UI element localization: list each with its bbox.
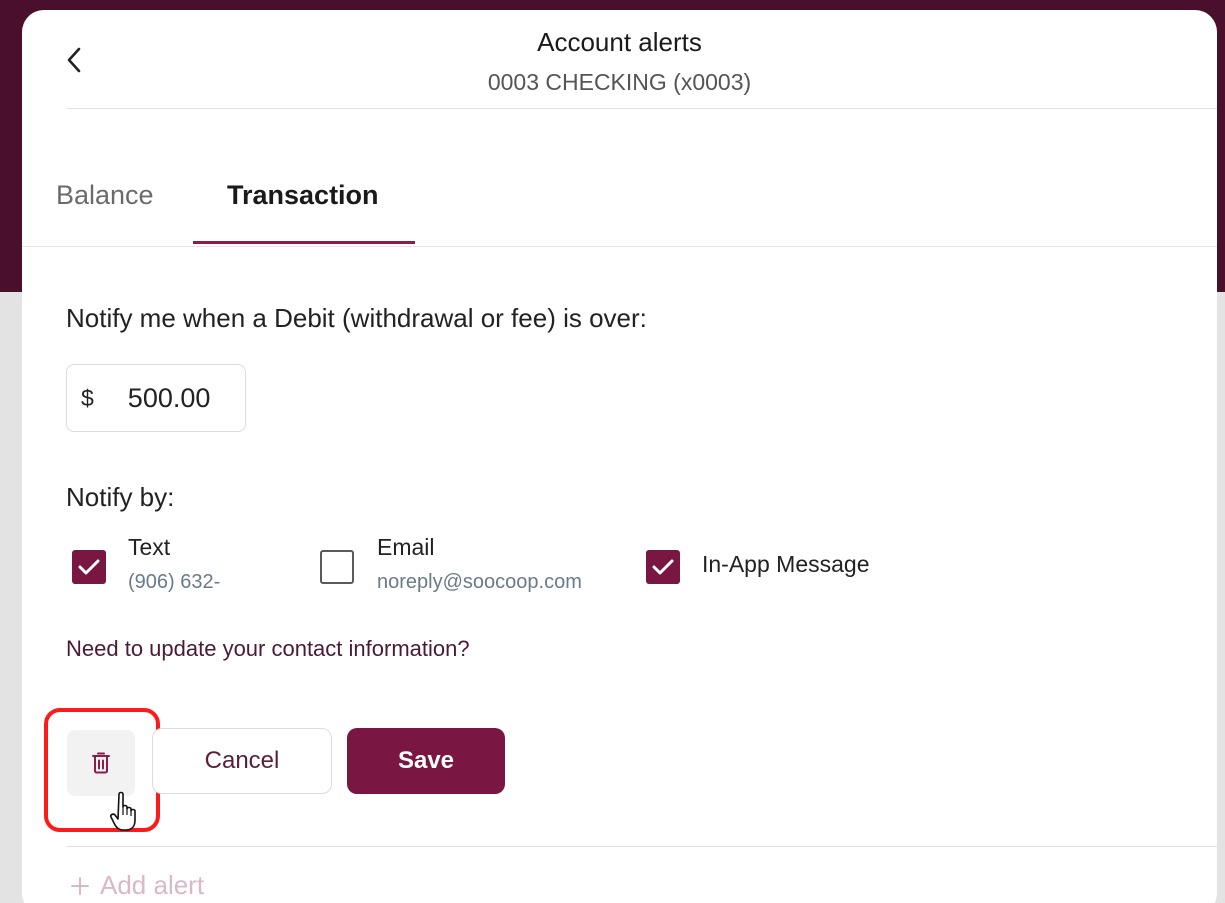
cancel-button[interactable]: Cancel	[152, 728, 332, 794]
email-option-address: noreply@soocoop.com	[377, 571, 582, 593]
highlight-annotation	[44, 708, 160, 832]
text-option-label: Text	[128, 534, 171, 560]
active-tab-indicator	[193, 241, 415, 244]
tab-balance[interactable]: Balance	[56, 180, 154, 211]
account-subtitle: 0003 CHECKING (x0003)	[487, 69, 752, 95]
email-checkbox[interactable]	[320, 550, 354, 584]
update-contact-link[interactable]: Need to update your contact information?	[66, 636, 470, 662]
save-button[interactable]: Save	[347, 728, 505, 794]
checkmark-icon	[78, 559, 100, 575]
header-divider	[66, 108, 1217, 109]
amount-input[interactable]: $ 500.00	[66, 364, 246, 432]
page-title: Account alerts	[537, 27, 702, 57]
in-app-option-label: In-App Message	[702, 551, 870, 577]
in-app-checkbox[interactable]	[646, 550, 680, 584]
hand-pointer-icon	[110, 791, 136, 831]
checkmark-icon	[652, 559, 674, 575]
notify-by-label: Notify by:	[66, 482, 175, 512]
currency-symbol: $	[81, 384, 94, 411]
alerts-dialog: Account alerts 0003 CHECKING (x0003) Bal…	[22, 10, 1217, 903]
bottom-divider	[66, 846, 1217, 847]
text-checkbox[interactable]	[72, 550, 106, 584]
add-alert-label: Add alert	[100, 870, 205, 900]
tabs-divider	[22, 246, 1217, 247]
text-option-phone: (906) 632-	[128, 571, 221, 593]
debit-threshold-prompt: Notify me when a Debit (withdrawal or fe…	[66, 303, 647, 333]
add-alert-button[interactable]: Add alert	[70, 870, 204, 901]
amount-value[interactable]: 500.00	[128, 383, 211, 414]
plus-icon	[71, 876, 89, 895]
email-option-label: Email	[377, 534, 435, 560]
tab-transaction[interactable]: Transaction	[227, 180, 379, 211]
